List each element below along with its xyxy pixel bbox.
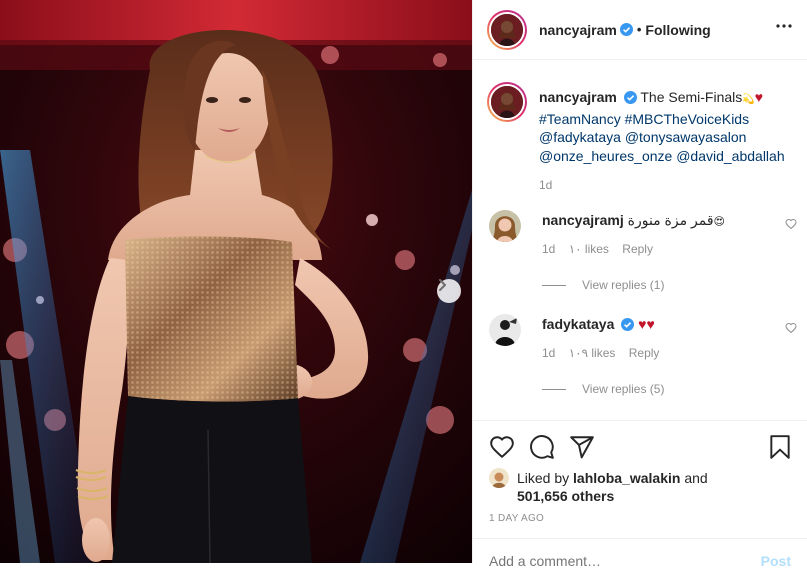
replies-divider <box>542 389 566 391</box>
hashtag-link[interactable]: #MBCTheVoiceKids <box>625 111 750 127</box>
comment-button[interactable] <box>529 434 555 463</box>
caption-username[interactable]: nancyajram <box>539 89 617 105</box>
view-replies-label: View replies (1) <box>582 278 665 292</box>
hashtag-link[interactable]: #TeamNancy <box>539 111 621 127</box>
sparkle-emoji: 💫 <box>742 94 755 105</box>
avatar-image <box>489 210 521 242</box>
more-horizontal-icon <box>776 24 792 28</box>
post-photo[interactable] <box>0 0 472 563</box>
divider <box>473 538 807 539</box>
bookmark-icon <box>770 435 790 459</box>
post-date[interactable]: 1 DAY AGO <box>489 513 544 524</box>
post-header: nancyajram • Following <box>473 0 807 60</box>
instagram-post: nancyajram • Following nancyajram The Se… <box>0 0 807 569</box>
divider <box>473 420 807 421</box>
action-bar <box>489 434 794 462</box>
view-replies-button[interactable]: View replies (1) <box>542 278 664 292</box>
like-comment-button[interactable] <box>785 218 797 233</box>
mention-link[interactable]: @tonysawayasalon <box>625 129 747 145</box>
replies-divider <box>542 285 566 287</box>
avatar-image <box>491 13 523 46</box>
more-options-button[interactable] <box>776 18 792 37</box>
author-avatar[interactable] <box>487 9 527 50</box>
save-button[interactable] <box>767 434 793 463</box>
separator-dot: • <box>636 22 642 37</box>
comment-avatar[interactable] <box>489 210 521 242</box>
mention-link[interactable]: @onze_heures_onze <box>539 148 672 164</box>
next-photo-button[interactable] <box>437 279 461 303</box>
comment-timestamp[interactable]: 1d <box>542 242 555 256</box>
others-count[interactable]: 501,656 others <box>517 488 614 504</box>
liker-avatar[interactable] <box>489 468 509 488</box>
heart-outline-icon <box>785 322 797 334</box>
likes-text: Liked by lahloba_walakin and 501,656 oth… <box>517 469 777 505</box>
share-button[interactable] <box>569 434 595 463</box>
mention-link[interactable]: @fadykataya <box>539 129 621 145</box>
reply-button[interactable]: Reply <box>629 346 660 360</box>
author-username[interactable]: nancyajram <box>539 22 617 38</box>
liked-by-label: Liked by <box>517 470 570 486</box>
comment-text: nancyajramj قمر مزة منورة😍 <box>542 212 725 229</box>
and-label: and <box>684 470 708 486</box>
comment-meta: 1d ١٠٩ likes Reply <box>542 346 669 360</box>
comment-timestamp[interactable]: 1d <box>542 346 555 360</box>
comment-body: قمر مزة منورة <box>627 212 714 228</box>
view-replies-label: View replies (5) <box>582 382 665 396</box>
avatar-image <box>489 468 509 488</box>
heart-eyes-emoji: 😍 <box>713 216 725 228</box>
verified-badge-icon <box>623 91 637 104</box>
post-comment-button[interactable]: Post <box>761 553 791 569</box>
red-heart-emoji: ♥ <box>754 89 764 105</box>
comment-likes[interactable]: ١٠ likes <box>569 242 609 256</box>
like-comment-button[interactable] <box>785 322 797 337</box>
post-image <box>0 0 472 563</box>
chevron-right-icon <box>439 279 446 291</box>
comment-text: fadykataya ♥♥ <box>542 316 655 332</box>
reply-button[interactable]: Reply <box>622 242 653 256</box>
caption-body: The Semi-Finals <box>640 89 743 105</box>
comment-icon <box>530 435 554 459</box>
verified-badge-icon <box>619 23 633 36</box>
following-button[interactable]: Following <box>645 22 710 38</box>
comment-likes[interactable]: ١٠٩ likes <box>569 346 616 360</box>
comment-body: ♥♥ <box>638 316 655 332</box>
caption-avatar[interactable] <box>487 82 527 122</box>
comment-username[interactable]: fadykataya <box>542 316 614 332</box>
avatar-image <box>491 86 523 118</box>
caption-text: nancyajram The Semi-Finals💫♥ #TeamNancy … <box>539 88 789 195</box>
verified-badge-icon <box>621 318 635 331</box>
add-comment-input[interactable] <box>489 553 739 569</box>
comment-meta: 1d ١٠ likes Reply <box>542 242 663 256</box>
view-replies-button[interactable]: View replies (5) <box>542 382 664 396</box>
heart-icon <box>490 436 514 459</box>
post-sidebar: nancyajram • Following nancyajram The Se… <box>472 0 807 569</box>
mention-link[interactable]: @david_abdallah <box>676 148 784 164</box>
avatar-image <box>489 314 521 346</box>
like-button[interactable] <box>489 434 515 463</box>
comment-avatar[interactable] <box>489 314 521 346</box>
liker-username[interactable]: lahloba_walakin <box>573 470 680 486</box>
caption-timestamp[interactable]: 1d <box>539 178 552 192</box>
heart-outline-icon <box>785 218 797 230</box>
comment-username[interactable]: nancyajramj <box>542 212 624 228</box>
paper-plane-icon <box>570 436 594 459</box>
